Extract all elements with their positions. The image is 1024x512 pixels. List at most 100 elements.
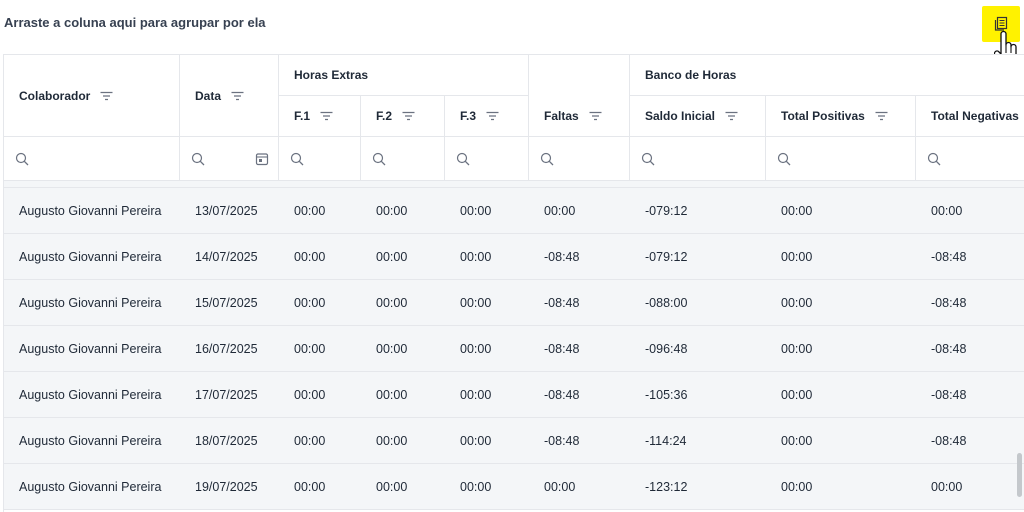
cell-total_negativas: -08:48 bbox=[931, 341, 967, 356]
cell-f3: 00:00 bbox=[460, 341, 492, 356]
column-header-f2[interactable]: F.2 bbox=[361, 96, 445, 137]
cell-f3: 00:00 bbox=[460, 387, 492, 402]
cell-faltas: -08:48 bbox=[544, 433, 580, 448]
filter-cell-f1[interactable] bbox=[279, 137, 361, 181]
filter-cell-data[interactable] bbox=[180, 137, 279, 181]
search-icon bbox=[15, 152, 29, 165]
cell-data: 17/07/2025 bbox=[195, 387, 258, 402]
cell-saldo_inicial: -079:12 bbox=[645, 203, 688, 218]
cell-total_positivas: 00:00 bbox=[781, 341, 813, 356]
column-header-data[interactable]: Data bbox=[180, 55, 279, 137]
cell-f2: 00:00 bbox=[376, 249, 408, 264]
filter-lines-icon[interactable] bbox=[589, 111, 602, 121]
table-row[interactable]: Augusto Giovanni Pereira 19/07/2025 00:00 0… bbox=[4, 464, 1024, 510]
table-row[interactable]: Augusto Giovanni Pereira 15/07/2025 00:00 0… bbox=[4, 280, 1024, 326]
cell-faltas: -08:48 bbox=[544, 341, 580, 356]
cell-f1: 00:00 bbox=[294, 341, 326, 356]
cell-faltas: -08:48 bbox=[544, 249, 580, 264]
cell-f1: 00:00 bbox=[294, 295, 326, 310]
cell-colaborador: Augusto Giovanni Pereira bbox=[19, 341, 162, 356]
cell-saldo_inicial: -079:12 bbox=[645, 249, 688, 264]
cell-f3: 00:00 bbox=[460, 249, 492, 264]
data-grid: Colaborador Data Horas Extras F.1 F.2 F.… bbox=[3, 54, 1024, 512]
cell-faltas: -08:48 bbox=[544, 387, 580, 402]
search-icon bbox=[290, 152, 304, 165]
cell-data: 15/07/2025 bbox=[195, 295, 258, 310]
cell-colaborador: Augusto Giovanni Pereira bbox=[19, 433, 162, 448]
cell-f1: 00:00 bbox=[294, 249, 326, 264]
cell-data: 14/07/2025 bbox=[195, 249, 258, 264]
table-row[interactable]: Augusto Giovanni Pereira 13/07/2025 00:00 0… bbox=[4, 188, 1024, 234]
filter-cell-total-positivas[interactable] bbox=[766, 137, 916, 181]
calendar-icon[interactable] bbox=[255, 152, 269, 166]
search-icon bbox=[777, 152, 791, 165]
cell-data: 13/07/2025 bbox=[195, 203, 258, 218]
column-header-label: F.2 bbox=[376, 109, 393, 123]
column-group-horas-extras: Horas Extras bbox=[279, 55, 529, 96]
cell-f3: 00:00 bbox=[460, 479, 492, 494]
filter-lines-icon[interactable] bbox=[320, 111, 333, 121]
table-row[interactable]: Augusto Giovanni Pereira 17/07/2025 00:00 0… bbox=[4, 372, 1024, 418]
virtual-scroll-gap bbox=[4, 181, 1024, 188]
filter-lines-icon[interactable] bbox=[725, 111, 738, 121]
filter-lines-icon[interactable] bbox=[100, 91, 113, 101]
cell-colaborador: Augusto Giovanni Pereira bbox=[19, 249, 162, 264]
cell-total_positivas: 00:00 bbox=[781, 295, 813, 310]
cell-total_negativas: -08:48 bbox=[931, 249, 967, 264]
search-icon bbox=[456, 152, 470, 165]
filter-cell-faltas[interactable] bbox=[529, 137, 630, 181]
filter-lines-icon[interactable] bbox=[231, 91, 244, 101]
column-header-label: F.3 bbox=[460, 109, 477, 123]
cell-f3: 00:00 bbox=[460, 295, 492, 310]
cell-f2: 00:00 bbox=[376, 203, 408, 218]
cell-saldo_inicial: -088:00 bbox=[645, 295, 688, 310]
column-header-total-positivas[interactable]: Total Positivas bbox=[766, 96, 916, 137]
column-header-saldo-inicial[interactable]: Saldo Inicial bbox=[630, 96, 766, 137]
table-row[interactable]: Augusto Giovanni Pereira 18/07/2025 00:00 0… bbox=[4, 418, 1024, 464]
cell-f1: 00:00 bbox=[294, 479, 326, 494]
filter-cell-f2[interactable] bbox=[361, 137, 445, 181]
cell-colaborador: Augusto Giovanni Pereira bbox=[19, 479, 162, 494]
cell-total_negativas: 00:00 bbox=[931, 203, 963, 218]
column-header-colaborador[interactable]: Colaborador bbox=[4, 55, 180, 137]
cell-colaborador: Augusto Giovanni Pereira bbox=[19, 387, 162, 402]
column-group-label: Banco de Horas bbox=[645, 68, 737, 82]
cell-f3: 00:00 bbox=[460, 203, 492, 218]
column-group-banco-de-horas: Banco de Horas bbox=[630, 55, 1024, 96]
table-row[interactable]: Augusto Giovanni Pereira 16/07/2025 00:00 0… bbox=[4, 326, 1024, 372]
cell-total_negativas: -08:48 bbox=[931, 295, 967, 310]
column-header-total-negativas[interactable]: Total Negativas bbox=[916, 96, 1024, 137]
cell-f2: 00:00 bbox=[376, 341, 408, 356]
filter-cell-total-negativas[interactable] bbox=[916, 137, 1024, 181]
table-row[interactable]: Augusto Giovanni Pereira 14/07/2025 00:00 0… bbox=[4, 234, 1024, 280]
search-icon bbox=[540, 152, 554, 165]
column-header-f1[interactable]: F.1 bbox=[279, 96, 361, 137]
cell-total_negativas: 00:00 bbox=[931, 479, 963, 494]
cell-total_positivas: 00:00 bbox=[781, 433, 813, 448]
cell-f2: 00:00 bbox=[376, 387, 408, 402]
cell-f1: 00:00 bbox=[294, 433, 326, 448]
cell-saldo_inicial: -114:24 bbox=[645, 433, 687, 448]
filter-cell-colaborador[interactable] bbox=[4, 137, 180, 181]
cell-f2: 00:00 bbox=[376, 433, 408, 448]
search-icon bbox=[927, 152, 941, 165]
column-header-faltas[interactable]: Faltas bbox=[529, 55, 630, 137]
cell-f1: 00:00 bbox=[294, 387, 326, 402]
filter-lines-icon[interactable] bbox=[402, 111, 415, 121]
cell-data: 19/07/2025 bbox=[195, 479, 258, 494]
filter-cell-f3[interactable] bbox=[445, 137, 529, 181]
filter-lines-icon[interactable] bbox=[486, 111, 499, 121]
cell-data: 16/07/2025 bbox=[195, 341, 258, 356]
filter-lines-icon[interactable] bbox=[875, 111, 888, 121]
column-header-f3[interactable]: F.3 bbox=[445, 96, 529, 137]
filter-cell-saldo-inicial[interactable] bbox=[630, 137, 766, 181]
cell-faltas: 00:00 bbox=[544, 203, 576, 218]
column-header-label: F.1 bbox=[294, 109, 311, 123]
vertical-scrollbar[interactable] bbox=[1017, 453, 1022, 497]
column-header-label: Faltas bbox=[544, 109, 579, 123]
cell-data: 18/07/2025 bbox=[195, 433, 258, 448]
column-header-label: Total Positivas bbox=[781, 109, 865, 123]
column-header-label: Colaborador bbox=[19, 88, 91, 103]
cell-total_negativas: -08:48 bbox=[931, 433, 967, 448]
cell-faltas: 00:00 bbox=[544, 479, 576, 494]
